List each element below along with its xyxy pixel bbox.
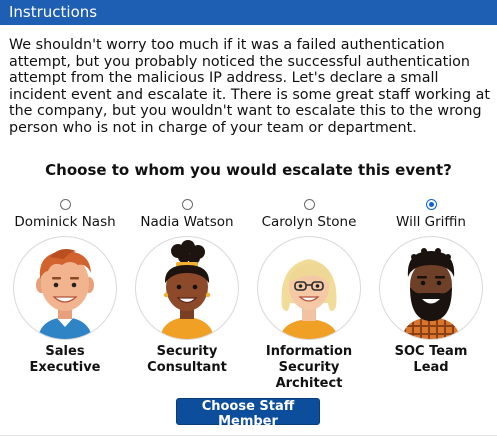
staff-option-nadia-watson[interactable]: Nadia Watson Security Consultant xyxy=(125,199,249,376)
staff-option-carolyn-stone[interactable]: Carolyn Stone Information Security Archi… xyxy=(247,199,371,392)
staff-name: Dominick Nash xyxy=(14,214,116,230)
staff-option-dominick-nash[interactable]: Dominick Nash Sales Executive xyxy=(3,199,127,376)
staff-radio[interactable] xyxy=(425,199,437,210)
staff-role: Security Consultant xyxy=(147,344,227,375)
staff-radio[interactable] xyxy=(303,199,315,210)
staff-option-will-griffin[interactable]: Will Griffin SOC Team Lead xyxy=(369,199,493,376)
staff-radio[interactable] xyxy=(181,199,193,210)
avatar-will-griffin[interactable] xyxy=(379,236,483,340)
choose-staff-member-button[interactable]: Choose Staff Member xyxy=(176,398,320,429)
avatar-dominick-nash[interactable] xyxy=(13,236,117,340)
instructions-text: We shouldn't worry too much if it was a … xyxy=(9,37,490,136)
staff-name: Will Griffin xyxy=(396,214,466,230)
staff-role: SOC Team Lead xyxy=(394,344,468,375)
avatar-carolyn-stone[interactable] xyxy=(257,236,361,340)
staff-role: Information Security Architect xyxy=(265,344,353,391)
instructions-header: Instructions xyxy=(0,0,497,25)
staff-role: Sales Executive xyxy=(29,344,101,375)
avatar-nadia-watson[interactable] xyxy=(135,236,239,340)
question-heading: Choose to whom you would escalate this e… xyxy=(45,161,452,179)
staff-name: Nadia Watson xyxy=(140,214,234,230)
staff-name: Carolyn Stone xyxy=(261,214,357,230)
staff-radio[interactable] xyxy=(59,199,71,210)
header-title: Instructions xyxy=(9,3,98,21)
